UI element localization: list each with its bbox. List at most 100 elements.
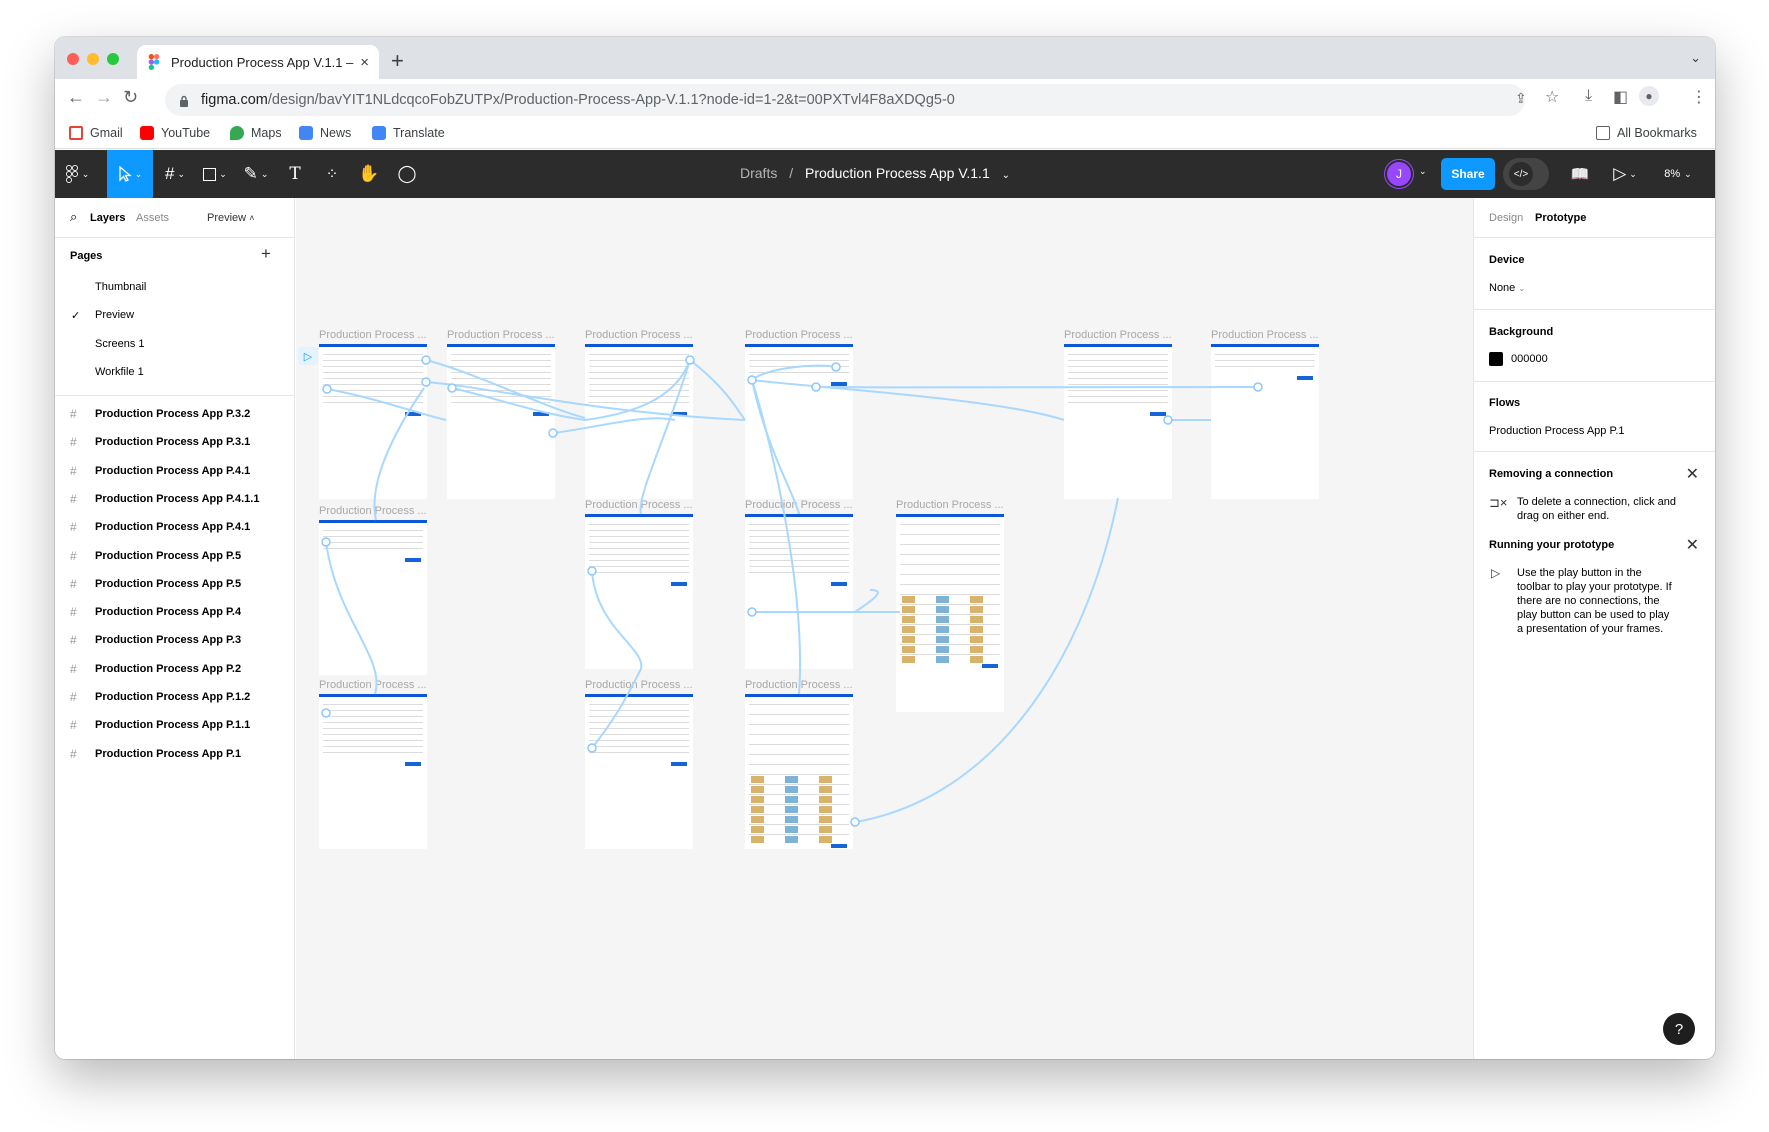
frame-label[interactable]: Production Process ... bbox=[896, 499, 1004, 511]
resources-icon[interactable]: ⁘ bbox=[313, 150, 351, 198]
minimize-window-button[interactable] bbox=[87, 53, 99, 65]
frame-thumbnail[interactable] bbox=[1064, 344, 1172, 499]
tab-prototype[interactable]: Prototype bbox=[1535, 212, 1586, 224]
dev-mode-toggle[interactable]: </> bbox=[1503, 158, 1549, 190]
reload-icon[interactable]: ↻ bbox=[123, 87, 138, 108]
help-button[interactable]: ? bbox=[1663, 1013, 1695, 1045]
frame-thumbnail[interactable] bbox=[745, 514, 853, 669]
download-icon[interactable]: ⤓ bbox=[1585, 87, 1592, 105]
tab-assets[interactable]: Assets bbox=[136, 212, 169, 224]
page-item-screens-1[interactable]: Screens 1 bbox=[95, 338, 145, 350]
frame-thumbnail[interactable] bbox=[585, 344, 693, 499]
comment-tool-icon[interactable]: ◯ bbox=[387, 150, 427, 198]
library-book-icon[interactable]: 📖 bbox=[1565, 150, 1595, 198]
breadcrumb-drafts[interactable]: Drafts bbox=[740, 165, 777, 181]
tab-design[interactable]: Design bbox=[1489, 212, 1523, 224]
flow-starting-point-icon[interactable]: ▷ bbox=[298, 347, 318, 365]
frame-thumbnail[interactable] bbox=[896, 514, 1004, 712]
frame-tool-icon[interactable]: # ⌄ bbox=[155, 150, 195, 198]
frame-label[interactable]: Production Process ... bbox=[1064, 329, 1172, 341]
frame-label[interactable]: Production Process ... bbox=[1211, 329, 1319, 341]
frame-label[interactable]: Production Process ... bbox=[745, 329, 853, 341]
file-name[interactable]: Production Process App V.1.1 bbox=[805, 165, 990, 181]
frame-label[interactable]: Production Process ... bbox=[319, 505, 427, 517]
avatar[interactable]: J bbox=[1387, 162, 1411, 186]
frame-thumbnail[interactable] bbox=[447, 344, 555, 499]
canvas[interactable]: Production Process ... Production Process… bbox=[296, 198, 1473, 1059]
layer-item[interactable]: # Production Process App P.1 bbox=[70, 747, 241, 761]
tab-close-icon[interactable]: × bbox=[360, 54, 369, 71]
multiplayer-chevron-icon[interactable]: ⌄ bbox=[1419, 166, 1427, 177]
pen-tool-icon[interactable]: ✎ ⌄ bbox=[235, 150, 277, 198]
tab-search-chevron-icon[interactable]: ⌄ bbox=[1690, 50, 1701, 66]
layer-item[interactable]: # Production Process App P.4.1.1 bbox=[70, 492, 259, 506]
layer-item[interactable]: # Production Process App P.3.1 bbox=[70, 435, 250, 449]
frame-label[interactable]: Production Process ... bbox=[319, 679, 427, 691]
device-select[interactable]: None ⌄ bbox=[1489, 282, 1525, 294]
close-icon[interactable]: ✕ bbox=[1686, 464, 1699, 484]
profile-icon[interactable]: ● bbox=[1639, 86, 1659, 106]
layer-item[interactable]: # Production Process App P.4.1 bbox=[70, 520, 250, 534]
share-button[interactable]: Share bbox=[1441, 158, 1495, 190]
bookmark-news[interactable]: News bbox=[299, 126, 351, 140]
close-icon[interactable]: ✕ bbox=[1686, 535, 1699, 555]
search-icon[interactable]: ⌕ bbox=[70, 209, 77, 225]
layer-item[interactable]: # Production Process App P.4.1 bbox=[70, 464, 250, 478]
frame-thumbnail[interactable] bbox=[319, 694, 427, 849]
frame-label[interactable]: Production Process ... bbox=[585, 329, 693, 341]
shape-tool-icon[interactable]: ⌄ bbox=[195, 150, 235, 198]
frame-thumbnail[interactable] bbox=[319, 344, 427, 499]
background-color-swatch[interactable] bbox=[1489, 352, 1503, 366]
zoom-window-button[interactable] bbox=[107, 53, 119, 65]
frame-label[interactable]: Production Process ... bbox=[585, 499, 693, 511]
layer-item[interactable]: # Production Process App P.2 bbox=[70, 662, 241, 676]
bookmark-gmail[interactable]: Gmail bbox=[69, 126, 123, 140]
frame-thumbnail[interactable] bbox=[745, 344, 853, 499]
bookmark-star-icon[interactable]: ☆ bbox=[1545, 87, 1559, 107]
layer-item[interactable]: # Production Process App P.5 bbox=[70, 577, 241, 591]
bookmark-translate[interactable]: Translate bbox=[372, 126, 445, 140]
page-item-preview[interactable]: Preview bbox=[95, 309, 134, 321]
layer-item[interactable]: # Production Process App P.3.2 bbox=[70, 407, 250, 421]
file-menu-chevron-icon[interactable]: ⌄ bbox=[1002, 170, 1010, 181]
layer-item[interactable]: # Production Process App P.1.2 bbox=[70, 690, 250, 704]
back-icon[interactable]: ← bbox=[67, 87, 85, 108]
add-page-icon[interactable]: + bbox=[261, 244, 271, 264]
figma-main-menu-icon[interactable]: ⌄ bbox=[55, 150, 99, 198]
frame-label[interactable]: Production Process ... bbox=[447, 329, 555, 341]
forward-icon[interactable]: → bbox=[95, 87, 113, 108]
hand-tool-icon[interactable]: ✋ bbox=[351, 150, 387, 198]
layer-item[interactable]: # Production Process App P.5 bbox=[70, 549, 241, 563]
side-panel-icon[interactable]: ◧ bbox=[1613, 87, 1628, 107]
browser-menu-icon[interactable]: ⋮ bbox=[1691, 87, 1707, 107]
bookmark-youtube[interactable]: YouTube bbox=[140, 126, 210, 140]
browser-tab[interactable]: Production Process App V.1.1 – × bbox=[137, 45, 379, 79]
frame-thumbnail[interactable] bbox=[1211, 344, 1319, 499]
frame-label[interactable]: Production Process ... bbox=[745, 679, 853, 691]
all-bookmarks[interactable]: All Bookmarks bbox=[1596, 126, 1697, 140]
text-tool-icon[interactable]: T bbox=[277, 150, 313, 198]
share-page-icon[interactable]: ⇪ bbox=[1515, 90, 1527, 107]
page-item-workfile-1[interactable]: Workfile 1 bbox=[95, 366, 144, 378]
new-tab-button[interactable]: + bbox=[391, 48, 404, 74]
frame-thumbnail[interactable] bbox=[585, 694, 693, 849]
page-dropdown[interactable]: Preview ˄ bbox=[207, 212, 254, 224]
address-bar[interactable]: figma.com/design/bavYIT1NLdcqcoFobZUTPx/… bbox=[165, 84, 1525, 116]
tab-layers[interactable]: Layers bbox=[90, 212, 125, 224]
frame-thumbnail[interactable] bbox=[319, 520, 427, 675]
frame-thumbnail[interactable] bbox=[585, 514, 693, 669]
frame-label[interactable]: Production Process ... bbox=[319, 329, 427, 341]
move-tool-icon[interactable]: ⌄ bbox=[107, 150, 153, 198]
background-hex-input[interactable]: 000000 bbox=[1511, 353, 1548, 365]
close-window-button[interactable] bbox=[67, 53, 79, 65]
flow-item[interactable]: Production Process App P.1 bbox=[1489, 425, 1625, 437]
frame-label[interactable]: Production Process ... bbox=[585, 679, 693, 691]
layer-item[interactable]: # Production Process App P.3 bbox=[70, 633, 241, 647]
frame-label[interactable]: Production Process ... bbox=[745, 499, 853, 511]
bookmark-maps[interactable]: Maps bbox=[230, 126, 282, 140]
zoom-menu[interactable]: 8% ⌄ bbox=[1655, 150, 1701, 198]
layer-item[interactable]: # Production Process App P.4 bbox=[70, 605, 241, 619]
layer-item[interactable]: # Production Process App P.1.1 bbox=[70, 718, 250, 732]
frame-thumbnail[interactable] bbox=[745, 694, 853, 849]
page-item-thumbnail[interactable]: Thumbnail bbox=[95, 281, 146, 293]
